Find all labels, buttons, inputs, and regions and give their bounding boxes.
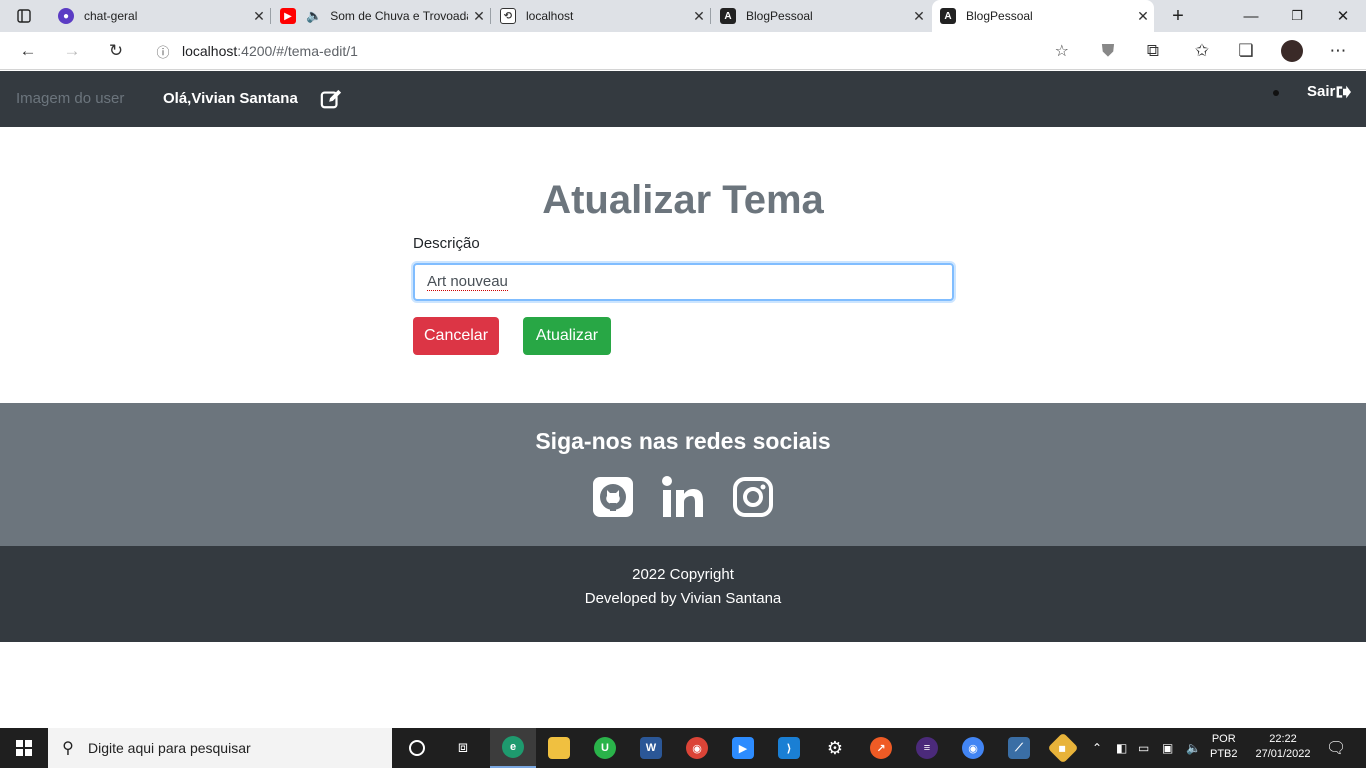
extensions-icon[interactable]: ⧉ — [1135, 32, 1171, 70]
collections-icon[interactable]: ❏ — [1228, 32, 1264, 70]
browser-tab-blogpessoal-active[interactable]: A BlogPessoal ✕ — [932, 0, 1154, 32]
edit-profile-icon[interactable] — [320, 88, 342, 110]
browser-tab-localhost[interactable]: ⟲ localhost ✕ — [492, 0, 711, 32]
task-view-icon[interactable]: ⧈ — [440, 728, 486, 768]
tab-title: localhost — [526, 9, 574, 23]
vscode-icon[interactable]: ⟩ — [766, 728, 812, 768]
chat-icon: ● — [58, 8, 74, 24]
minimize-icon[interactable]: — — [1228, 0, 1274, 32]
social-footer: Siga-nos nas redes sociais — [0, 403, 1366, 546]
volume-icon[interactable]: 🔈 — [1186, 728, 1201, 768]
word-icon[interactable]: W — [628, 728, 674, 768]
file-explorer-icon[interactable] — [536, 728, 582, 768]
clock[interactable]: 22:22 27/01/2022 — [1248, 732, 1318, 772]
settings-icon[interactable]: ⚙ — [812, 728, 858, 768]
copyright-footer: 2022 Copyright Developed by Vivian Santa… — [0, 546, 1366, 642]
linkedin-icon[interactable] — [662, 476, 704, 518]
upwork-icon[interactable]: U — [582, 728, 628, 768]
taskbar-search[interactable]: ⚲ Digite aqui para pesquisar — [48, 728, 392, 768]
back-icon[interactable]: ← — [10, 32, 46, 70]
edge-taskbar-icon[interactable]: e — [490, 728, 536, 768]
browser-toolbar: ← → ↻ ⓘ localhost:4200/#/tema-edit/1 ☆ ⛊… — [0, 32, 1366, 70]
forward-icon[interactable]: → — [54, 32, 90, 70]
cancel-button[interactable]: Cancelar — [413, 317, 499, 355]
windows-icon — [16, 740, 32, 756]
new-tab-icon[interactable]: + — [1155, 0, 1201, 32]
close-icon[interactable]: ✕ — [908, 8, 930, 25]
copyright-text: 2022 Copyright — [632, 566, 734, 583]
favorites-icon[interactable]: ✩ — [1184, 32, 1220, 70]
zoom-icon[interactable]: ▶ — [720, 728, 766, 768]
close-icon[interactable]: ✕ — [468, 8, 490, 25]
browser-tab-youtube[interactable]: ▶ 🔈 Som de Chuva e Trovoada ✕ — [272, 0, 491, 32]
app-navbar: Imagem do user Olá,Vivian Santana Sair — [0, 71, 1366, 127]
tab-title: Som de Chuva e Trovoada — [330, 9, 468, 23]
angular-icon: A — [940, 8, 956, 24]
network-icon[interactable]: ▣ — [1162, 728, 1173, 768]
user-image: Imagem do user — [16, 90, 125, 107]
tab-title: BlogPessoal — [746, 9, 813, 23]
address-bar[interactable]: ⓘ localhost:4200/#/tema-edit/1 ☆ — [144, 36, 1081, 66]
browser-tab-strip: ● chat-geral ✕ ▶ 🔈 Som de Chuva e Trovoa… — [0, 0, 1366, 32]
close-window-icon[interactable]: ✕ — [1320, 0, 1366, 32]
restore-icon[interactable]: ❐ — [1274, 0, 1320, 32]
windows-taskbar: ⚲ Digite aqui para pesquisar ⧈ e U W ◉ ▶… — [0, 728, 1366, 768]
url-host: localhost — [182, 43, 238, 59]
postman-icon[interactable]: ↗ — [858, 728, 904, 768]
github-icon[interactable] — [592, 476, 634, 518]
notifications-icon[interactable]: 🗨 — [1326, 728, 1346, 768]
more-menu-icon[interactable]: ⋯ — [1320, 32, 1356, 70]
page-icon: ⟲ — [500, 8, 516, 24]
description-label: Descrição — [413, 235, 480, 252]
reload-icon[interactable]: ↻ — [98, 32, 134, 70]
instagram-icon[interactable] — [732, 476, 774, 518]
input-language[interactable]: POR PTB2 — [1210, 732, 1238, 772]
cortana-icon[interactable] — [394, 728, 440, 768]
chrome-profile-icon[interactable]: ◉ — [950, 728, 996, 768]
eclipse-icon[interactable]: ≡ — [904, 728, 950, 768]
url-path: :4200/#/tema-edit/1 — [237, 43, 358, 59]
nav-list-bullet — [1273, 90, 1279, 96]
tray-overflow-icon[interactable]: ⌃ — [1092, 728, 1102, 768]
tab-title: BlogPessoal — [966, 9, 1033, 23]
close-icon[interactable]: ✕ — [1132, 8, 1154, 25]
logout-icon — [1336, 85, 1352, 98]
social-heading: Siga-nos nas redes sociais — [535, 428, 831, 454]
git-icon[interactable]: ◆ — [1040, 728, 1086, 768]
angular-icon: A — [720, 8, 736, 24]
clock-time: 22:22 — [1269, 733, 1297, 745]
search-placeholder: Digite aqui para pesquisar — [88, 740, 251, 756]
close-icon[interactable]: ✕ — [248, 8, 270, 25]
user-greeting: Olá,Vivian Santana — [163, 90, 298, 107]
page-title: Atualizar Tema — [542, 178, 824, 222]
browser-tab-chat-geral[interactable]: ● chat-geral ✕ — [50, 0, 271, 32]
developer-credit: Developed by Vivian Santana — [584, 590, 782, 607]
main-content: Atualizar Tema Descrição Art nouveau Can… — [0, 127, 1366, 403]
lang-bottom: PTB2 — [1210, 748, 1238, 760]
search-icon: ⚲ — [62, 740, 74, 757]
speaker-icon[interactable]: 🔈 — [306, 8, 322, 24]
tab-title: chat-geral — [84, 9, 138, 23]
info-icon[interactable]: ⓘ — [144, 42, 182, 61]
start-button[interactable] — [0, 728, 48, 768]
favorite-add-icon[interactable]: ☆ — [1055, 41, 1069, 61]
description-value: Art nouveau — [427, 273, 508, 291]
youtube-icon: ▶ — [280, 8, 296, 24]
update-button[interactable]: Atualizar — [523, 317, 611, 355]
tab-actions-icon[interactable] — [0, 0, 48, 32]
avatar[interactable] — [1274, 32, 1310, 70]
description-input[interactable]: Art nouveau — [413, 263, 954, 301]
chrome-icon[interactable]: ◉ — [674, 728, 720, 768]
logout-label: Sair — [1307, 83, 1336, 100]
clock-date: 27/01/2022 — [1255, 748, 1311, 760]
lang-top: POR — [1211, 733, 1236, 745]
close-icon[interactable]: ✕ — [688, 8, 710, 25]
mysql-workbench-icon[interactable]: ⟋ — [996, 728, 1042, 768]
logout-link[interactable]: Sair — [1307, 83, 1352, 100]
shield-icon[interactable]: ⛊ — [1090, 32, 1126, 70]
browser-tab-blogpessoal[interactable]: A BlogPessoal ✕ — [712, 0, 930, 32]
battery-icon[interactable]: ▭ — [1138, 728, 1149, 768]
meet-now-icon[interactable]: ◧ — [1116, 728, 1127, 768]
